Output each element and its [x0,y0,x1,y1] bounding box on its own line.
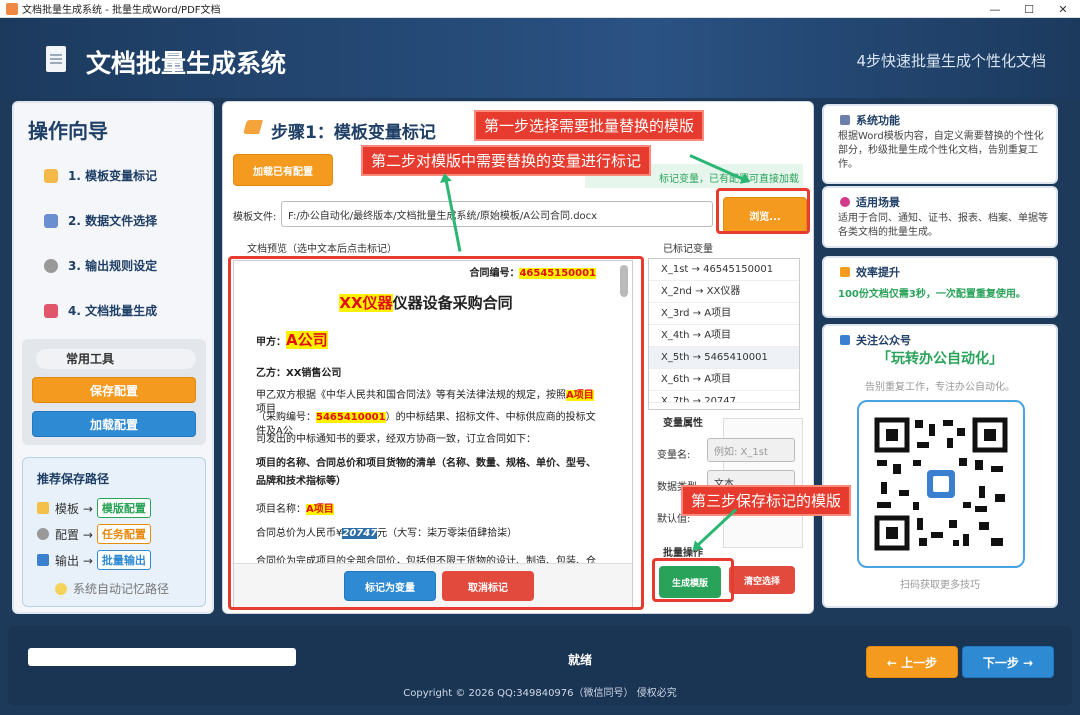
app-header: 文档批量生成系统 4步快速批量生成个性化文档 [0,18,1080,98]
clear-selection-button[interactable]: 清空选择 [729,566,795,594]
callout-step3: 第三步保存标记的模版 [681,485,852,516]
path-row-config: 配置 → 任务配置 [37,524,151,544]
sidebar-item-step1[interactable]: 1. 模板变量标记 [44,167,157,184]
var-name-label: 变量名: [657,450,691,461]
card-title: 关注公众号 [856,334,911,347]
qr-code [857,400,1025,568]
callout-step2: 第二步对模版中需要替换的变量进行标记 [361,145,652,176]
path-row-template: 模板 → 模版配置 [37,498,151,518]
attr-title: 变量属性 [663,418,703,429]
list-item[interactable]: X_5th → 5465410001 [649,347,799,369]
step-label: 1. 模板变量标记 [68,169,158,183]
template-file-label: 模板文件: [233,212,277,223]
step-label: 3. 输出规则设定 [68,259,158,273]
sidebar-item-step2[interactable]: 2. 数据文件选择 [44,212,157,229]
card-title: 系统功能 [856,114,900,127]
tag-icon [44,168,58,183]
bulb-icon [55,582,67,595]
list-item[interactable]: X_4th → A项目 [649,325,799,347]
qr-note: 扫码获取更多技巧 [900,580,980,591]
note-text: 系统自动记忆路径 [73,582,170,596]
step-title: 步骤1：模板变量标记 [271,123,436,143]
next-step-button[interactable]: 下一步 → [962,646,1054,678]
step-label: 2. 数据文件选择 [68,214,158,228]
marked-variables-list[interactable]: X_1st → 46545150001 X_2nd → XX仪器 X_3rd →… [648,258,800,410]
card-body: 100份文档仅需3秒，一次配置重复使用。 [838,289,1026,300]
target-icon [840,197,850,207]
path-key: 模板 → [55,501,93,516]
var-name-input[interactable]: 例如: X_1st [707,438,795,462]
account-slogan: 告别重复工作，专注办公自动化。 [865,382,1015,393]
gear-icon [44,258,58,273]
sidebar: 操作向导 1. 模板变量标记 2. 数据文件选择 3. 输出规则设定 4. 文档… [12,101,214,614]
path-tag: 批量输出 [96,550,151,570]
app-subtitle: 4步快速批量生成个性化文档 [856,52,1046,70]
path-tag: 模版配置 [96,498,151,518]
paths-note: 系统自动记忆路径 [55,580,169,597]
recommended-paths: 推荐保存路径 模板 → 模版配置 配置 → 任务配置 输出 → 批量输出 系统自动记忆… [22,457,206,607]
load-config-button[interactable]: 加载配置 [32,411,196,437]
phone-icon [840,335,850,345]
step-label: 4. 文档批量生成 [68,304,158,318]
card-body: 适用于合同、通知、证书、报表、档案、单据等各类文档的批量生成。 [838,213,1048,238]
window-titlebar: 文档批量生成系统 - 批量生成Word/PDF文档 — ☐ ✕ [0,0,1080,18]
prev-step-button[interactable]: ← 上一步 [866,646,958,678]
card-features: 系统功能 根据Word模板内容，自定义需要替换的个性化部分，秒级批量生成个性化文… [822,104,1058,184]
list-item[interactable]: X_1st → 46545150001 [649,259,799,281]
chart-icon [44,213,58,228]
tag-icon [243,120,263,134]
list-item[interactable]: X_7th → 20747 [649,391,799,403]
path-key: 配置 → [55,527,93,542]
list-item[interactable]: X_2nd → XX仪器 [649,281,799,303]
gear-icon [37,528,49,540]
paths-title: 推荐保存路径 [37,472,110,486]
card-title: 适用场景 [856,196,900,209]
minimize-button[interactable]: — [978,0,1012,18]
load-existing-config-button[interactable]: 加载已有配置 [233,154,333,186]
tools-panel: 常用工具 保存配置 加载配置 [22,339,206,445]
progress-bar [28,648,296,666]
marked-vars-label: 已标记变量 [663,244,713,255]
copyright-text: Copyright © 2026 QQ:349840976（微信同号） 侵权必究 [403,688,677,699]
lightning-icon [840,267,850,277]
path-tag: 任务配置 [96,524,151,544]
card-scenarios: 适用场景 适用于合同、通知、证书、报表、档案、单据等各类文档的批量生成。 [822,186,1058,248]
highlight-generate [652,558,734,602]
callout-step1: 第一步选择需要批量替换的模版 [474,110,705,141]
highlight-browse [716,188,810,234]
folder-icon [37,502,49,514]
close-button[interactable]: ✕ [1046,0,1080,18]
tools-title: 常用工具 [36,349,196,369]
preview-label: 文档预览（选中文本后点击标记） [247,244,397,255]
rocket-icon [44,303,58,318]
doc-icon [840,115,850,125]
status-text: 就绪 [568,653,593,667]
template-path-input[interactable]: F:/办公自动化/最终版本/文档批量生成系统/原始模板/A公司合同.docx [281,201,713,227]
app-icon [6,2,18,15]
card-title: 效率提升 [856,266,900,279]
save-config-button[interactable]: 保存配置 [32,377,196,403]
account-name: 「玩转办公自动化」 [877,351,1003,367]
sidebar-item-step4[interactable]: 4. 文档批量生成 [44,302,157,319]
list-item[interactable]: X_6th → A项目 [649,369,799,391]
window-title: 文档批量生成系统 - 批量生成Word/PDF文档 [22,5,221,16]
card-efficiency: 效率提升 100份文档仅需3秒，一次配置重复使用。 [822,256,1058,318]
maximize-button[interactable]: ☐ [1012,0,1046,18]
document-icon [46,46,66,72]
upload-icon [37,554,49,566]
list-item[interactable]: X_3rd → A项目 [649,303,799,325]
app-title: 文档批量生成系统 [86,49,287,78]
bottom-bar: 就绪 ← 上一步 下一步 → Copyright © 2026 QQ:34984… [8,626,1072,706]
card-body: 根据Word模板内容，自定义需要替换的个性化部分，秒级批量生成个性化文档，告别重… [838,131,1044,170]
sidebar-item-step3[interactable]: 3. 输出规则设定 [44,257,157,274]
path-row-output: 输出 → 批量输出 [37,550,151,570]
sidebar-title: 操作向导 [28,119,108,143]
highlight-document [228,256,644,610]
path-key: 输出 → [55,553,93,568]
